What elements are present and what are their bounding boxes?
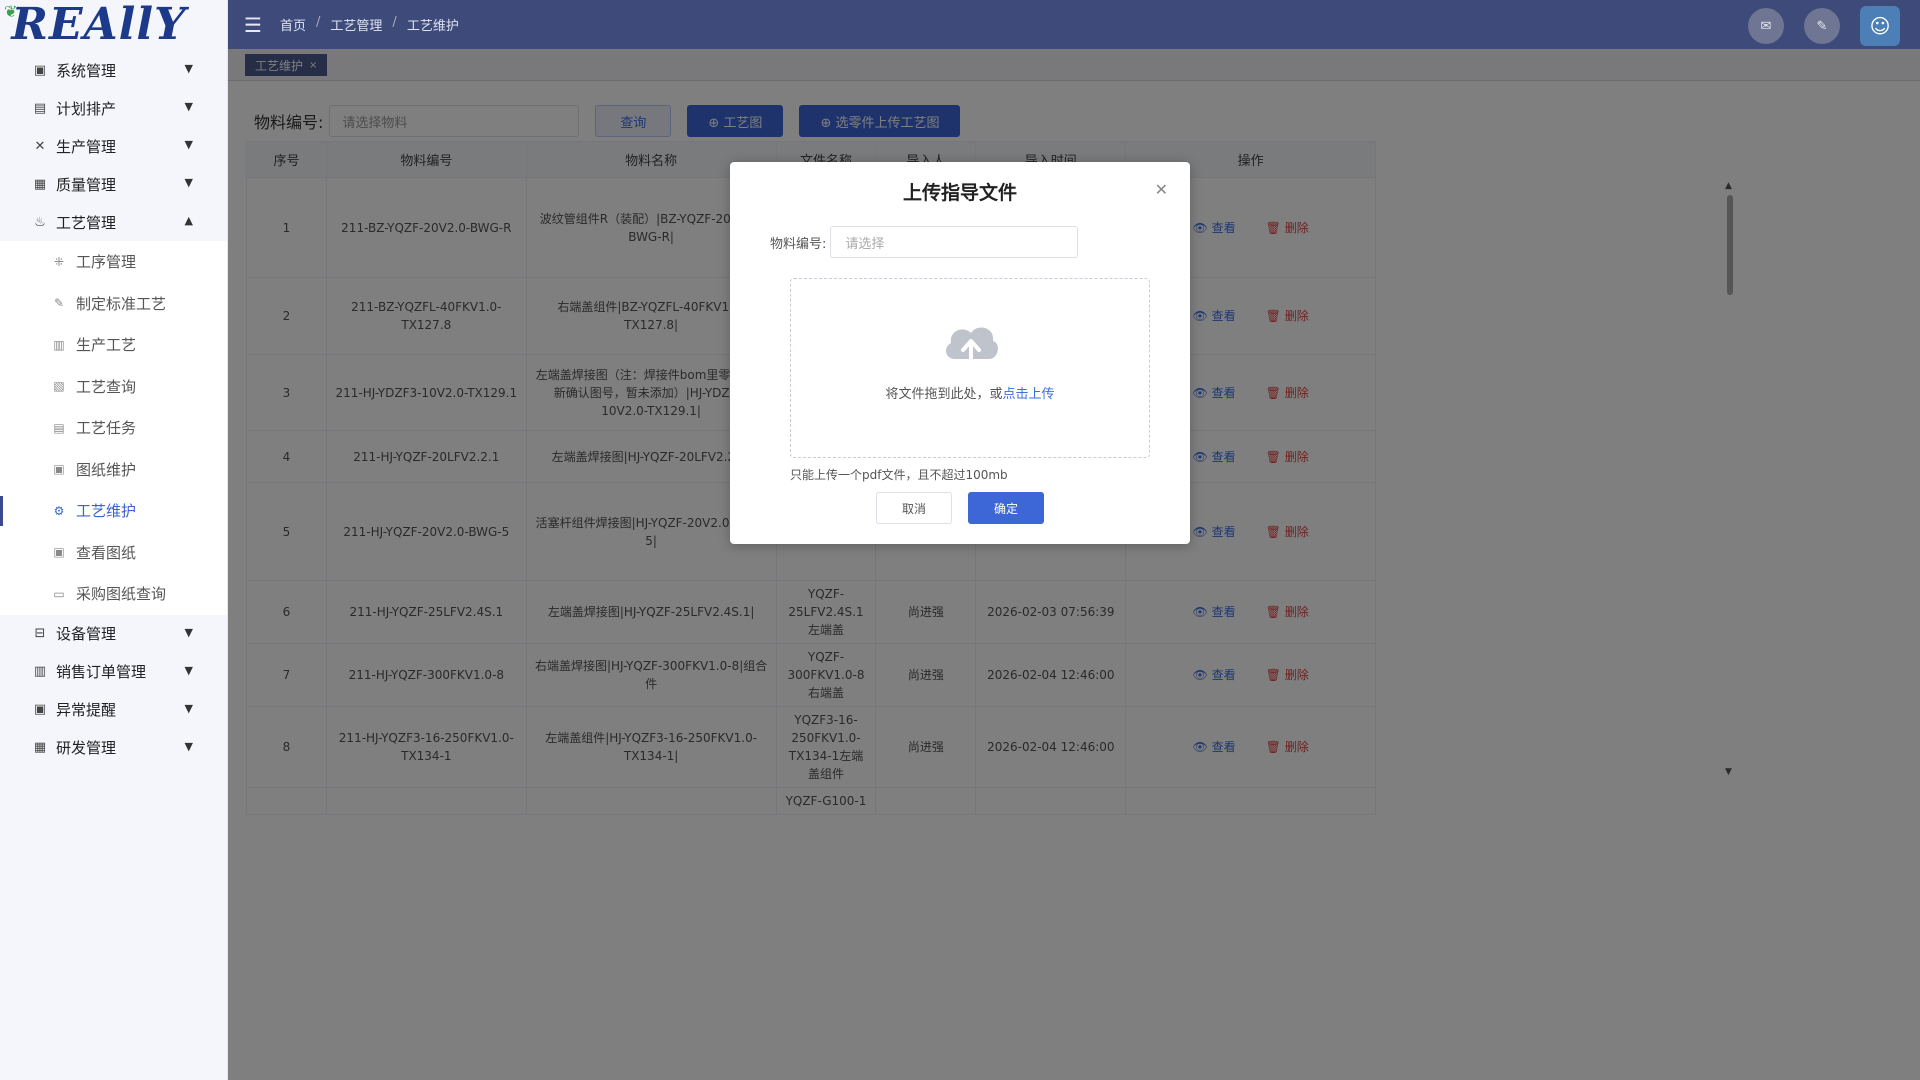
menu-label: 设备管理 <box>56 625 117 643</box>
breadcrumb-process[interactable]: 工艺管理 <box>330 15 382 34</box>
menu-label: 研发管理 <box>56 739 117 757</box>
menu-bottom: ⊟ 设备管理 ▼ ▥ 销售订单管理 ▼ ▣ 异常提醒 ▼ ▦ 研发管理 ▼ <box>0 614 227 767</box>
menu-label: 工艺管理 <box>56 213 117 232</box>
top-header: ☰ 首页 / 工艺管理 / 工艺维护 ✉ ✎ ☺ <box>228 0 1920 49</box>
close-icon[interactable]: ✕ <box>1155 180 1168 199</box>
caret-up-icon: ▲ <box>184 214 193 227</box>
caret-down-icon: ▼ <box>184 138 193 151</box>
logo-text: REAllY <box>11 0 187 50</box>
breadcrumb-separator: / <box>392 15 397 30</box>
sub-item-label: 工序管理 <box>76 253 137 272</box>
sub-item-drawing-maintenance[interactable]: ▣ 图纸维护 <box>0 449 227 491</box>
logo: ❦ REAllY <box>0 0 227 50</box>
breadcrumb: 首页 / 工艺管理 / 工艺维护 <box>280 15 459 34</box>
avatar[interactable]: ☺ <box>1860 6 1900 46</box>
upload-dropzone[interactable]: 将文件拖到此处，或点击上传 <box>790 278 1150 458</box>
image-icon: ▣ <box>53 462 65 477</box>
process-submenu: ⁜ 工序管理 ✎ 制定标准工艺 ▥ 生产工艺 ▧ 工艺查询 ▤ 工艺任务 ▣ 图… <box>0 241 227 615</box>
sub-item-purchase-drawings[interactable]: ▭ 采购图纸查询 <box>0 573 227 615</box>
menu-alerts[interactable]: ▣ 异常提醒 ▼ <box>0 691 227 729</box>
sub-item-label: 工艺维护 <box>76 502 137 521</box>
material-select[interactable]: 请选择 <box>830 226 1079 258</box>
caret-down-icon: ▼ <box>184 100 193 113</box>
upload-tip: 只能上传一个pdf文件，且不超过100mb <box>790 468 1008 482</box>
caret-down-icon: ▼ <box>184 739 193 753</box>
search-doc-icon: ▧ <box>53 379 65 394</box>
dialog-title: 上传指导文件 <box>902 182 1017 204</box>
cancel-button[interactable]: 取消 <box>876 492 952 524</box>
sub-item-standard-process[interactable]: ✎ 制定标准工艺 <box>0 283 227 325</box>
menu-production[interactable]: ✕ 生产管理 ▼ <box>0 127 227 165</box>
menu-plan[interactable]: ▤ 计划排产 ▼ <box>0 89 227 127</box>
menu-label: 生产管理 <box>56 137 117 156</box>
menu-sales-orders[interactable]: ▥ 销售订单管理 ▼ <box>0 653 227 691</box>
menu-quality[interactable]: ▦ 质量管理 ▼ <box>0 165 227 203</box>
menu-process[interactable]: ♨ 工艺管理 ▲ <box>0 203 227 241</box>
caret-down-icon: ▼ <box>184 701 193 715</box>
breadcrumb-current: 工艺维护 <box>406 19 459 34</box>
view-icon: ▣ <box>53 545 65 560</box>
sub-item-view-drawings[interactable]: ▣ 查看图纸 <box>0 532 227 574</box>
menu-label: 异常提醒 <box>56 701 117 719</box>
mail-icon[interactable]: ✉ <box>1748 8 1784 44</box>
confirm-button[interactable]: 确定 <box>968 492 1044 524</box>
menu-label: 销售订单管理 <box>56 663 147 681</box>
sub-item-process-maintenance[interactable]: ⚙ 工艺维护 <box>0 490 227 532</box>
caret-down-icon: ▼ <box>184 663 193 677</box>
sidebar: ❦ REAllY ▣ 系统管理 ▼ ▤ 计划排产 ▼ ✕ 生产管理 ▼ ▦ 质量… <box>0 0 228 1080</box>
monitor-icon: ▣ <box>33 62 47 78</box>
upload-dialog: 上传指导文件 ✕ 物料编号: 请选择 将文件拖到此处，或点击上传 只能上传一个p… <box>730 162 1190 544</box>
menu-label: 质量管理 <box>56 175 117 194</box>
wrench-icon: ⚙ <box>53 503 65 518</box>
sub-item-process-task[interactable]: ▤ 工艺任务 <box>0 407 227 449</box>
breadcrumb-separator: / <box>316 15 321 30</box>
menu-system[interactable]: ▣ 系统管理 ▼ <box>0 51 227 89</box>
sub-item-process-query[interactable]: ▧ 工艺查询 <box>0 366 227 408</box>
sub-item-label: 图纸维护 <box>76 460 137 479</box>
sub-item-label: 生产工艺 <box>76 336 137 355</box>
sub-item-operations[interactable]: ⁜ 工序管理 <box>0 241 227 283</box>
edit-icon: ✎ <box>53 296 65 311</box>
menu-label: 计划排产 <box>56 99 117 118</box>
order-icon: ▥ <box>33 664 47 679</box>
hamburger-icon[interactable]: ☰ <box>244 15 264 35</box>
menu-rnd[interactable]: ▦ 研发管理 ▼ <box>0 729 227 767</box>
list-icon: ▤ <box>53 420 65 435</box>
sub-item-production-process[interactable]: ▥ 生产工艺 <box>0 324 227 366</box>
upload-link[interactable]: 点击上传 <box>1003 387 1055 402</box>
dialog-material-field: 物料编号: 请选择 <box>770 226 1079 258</box>
caret-down-icon: ▼ <box>184 176 193 189</box>
dialog-field-label: 物料编号: <box>770 236 827 252</box>
edit-icon[interactable]: ✎ <box>1804 8 1840 44</box>
menu-label: 系统管理 <box>56 61 117 80</box>
screen-icon: ▭ <box>53 586 65 601</box>
alert-icon: ▣ <box>33 702 47 717</box>
tools-icon: ✕ <box>34 138 46 154</box>
clipboard-icon: ▦ <box>33 176 47 192</box>
sub-item-label: 查看图纸 <box>76 543 137 562</box>
menu-equipment[interactable]: ⊟ 设备管理 ▼ <box>0 615 227 653</box>
menu: ▣ 系统管理 ▼ ▤ 计划排产 ▼ ✕ 生产管理 ▼ ▦ 质量管理 ▼ ♨ 工艺… <box>0 51 227 767</box>
sub-item-label: 工艺查询 <box>76 377 137 396</box>
header-actions: ✉ ✎ ☺ <box>1748 6 1900 46</box>
cloud-upload-icon <box>946 327 998 363</box>
grid-icon: ⁜ <box>53 254 65 269</box>
upload-hint: 将文件拖到此处，或 <box>885 387 1003 402</box>
sub-item-label: 制定标准工艺 <box>76 294 167 313</box>
calendar-icon: ▦ <box>33 740 47 755</box>
breadcrumb-home[interactable]: 首页 <box>280 15 306 34</box>
caret-down-icon: ▼ <box>184 625 193 639</box>
flask-icon: ♨ <box>34 214 46 230</box>
sub-item-label: 工艺任务 <box>76 419 137 438</box>
caret-down-icon: ▼ <box>184 62 193 75</box>
document-icon: ▤ <box>33 100 47 116</box>
dialog-buttons: 取消 确定 <box>730 492 1190 524</box>
sub-item-label: 采购图纸查询 <box>76 585 167 604</box>
chart-icon: ▥ <box>53 337 65 352</box>
device-icon: ⊟ <box>34 626 46 641</box>
upload-text: 将文件拖到此处，或点击上传 <box>791 383 1149 402</box>
